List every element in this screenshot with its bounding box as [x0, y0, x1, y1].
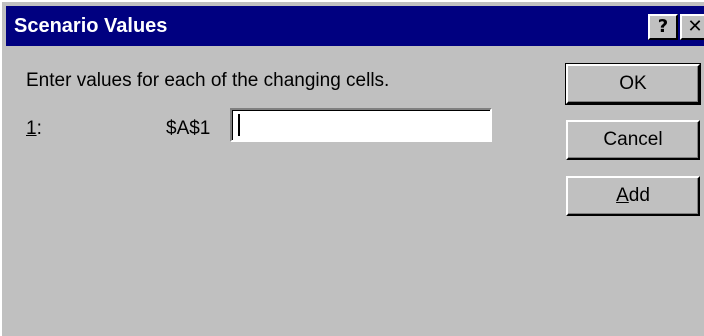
scenario-values-dialog: Scenario Values ? ✕ Enter values for eac…: [0, 0, 704, 336]
text-cursor: [238, 114, 240, 136]
row-number-mnemonic: 1: [26, 118, 37, 139]
add-mnemonic: A: [616, 185, 629, 206]
row-number-label: 1:: [26, 118, 42, 140]
cell-value-input[interactable]: [230, 108, 492, 142]
help-button[interactable]: ?: [648, 14, 678, 40]
title-bar[interactable]: Scenario Values ? ✕: [6, 6, 704, 46]
cell-reference-label: $A$1: [166, 118, 211, 139]
add-button[interactable]: Add: [566, 176, 700, 216]
add-label-rest: dd: [628, 185, 650, 206]
ok-button[interactable]: OK: [565, 63, 701, 105]
row-number-colon: :: [36, 118, 42, 139]
cancel-button[interactable]: Cancel: [566, 120, 700, 160]
dialog-title: Scenario Values: [14, 15, 168, 37]
close-icon: ✕: [687, 16, 703, 37]
question-mark-icon: ?: [657, 16, 669, 37]
instruction-text: Enter values for each of the changing ce…: [26, 70, 390, 91]
close-button[interactable]: ✕: [680, 14, 704, 40]
